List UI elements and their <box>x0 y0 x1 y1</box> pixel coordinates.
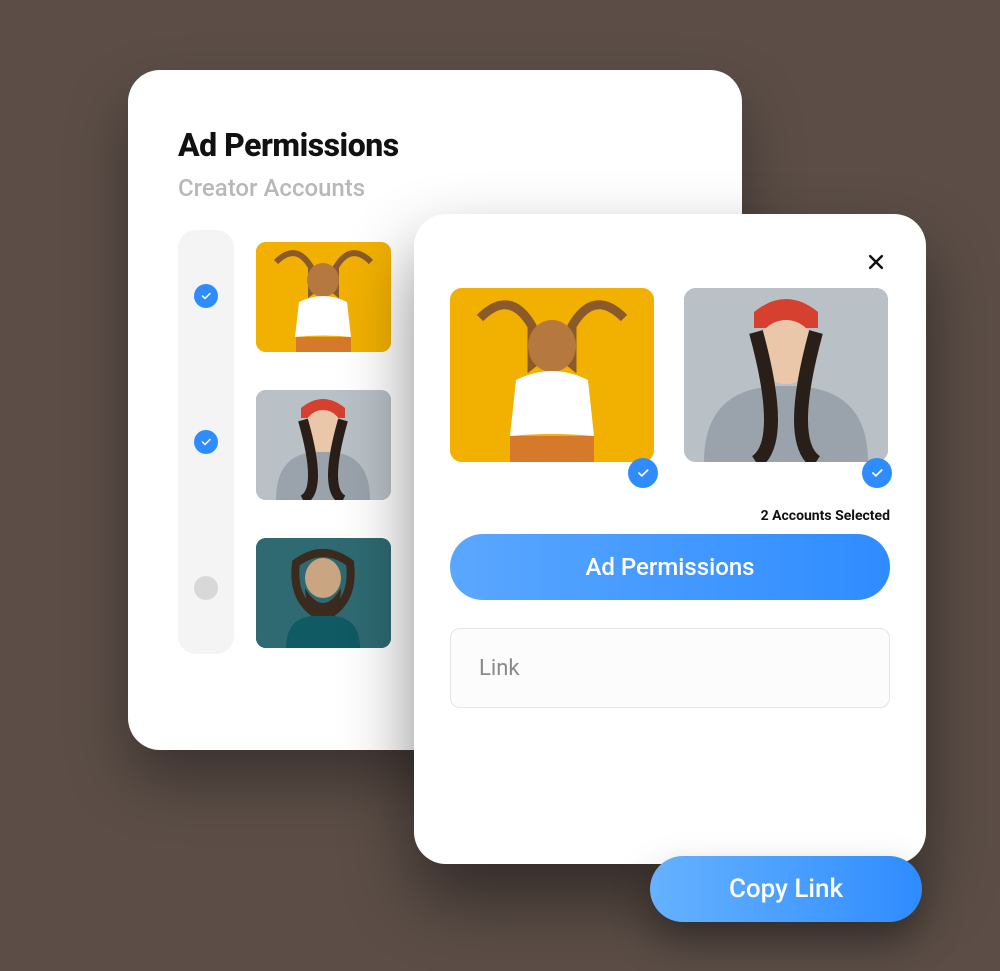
selected-count-label: 2 Accounts Selected <box>450 508 890 524</box>
account-checkbox[interactable] <box>194 576 218 600</box>
account-checkbox[interactable] <box>194 430 218 454</box>
button-label: Copy Link <box>729 874 843 904</box>
avatar <box>256 390 391 500</box>
check-icon <box>870 466 884 480</box>
avatar <box>256 242 391 352</box>
link-input[interactable]: Link <box>450 628 890 708</box>
check-icon <box>200 436 212 448</box>
avatar <box>256 538 391 648</box>
share-modal: 2 Accounts Selected Ad Permissions Link <box>414 214 926 864</box>
check-icon <box>636 466 650 480</box>
selected-account[interactable] <box>450 288 654 462</box>
button-label: Ad Permissions <box>585 553 754 581</box>
avatar <box>684 288 888 462</box>
close-icon <box>866 252 886 272</box>
avatar <box>450 288 654 462</box>
ad-permissions-button[interactable]: Ad Permissions <box>450 534 890 600</box>
selected-badge <box>628 458 658 488</box>
check-icon <box>200 290 212 302</box>
selected-badge <box>862 458 892 488</box>
close-button[interactable] <box>862 248 890 276</box>
section-subtitle: Creator Accounts <box>178 174 692 202</box>
selected-accounts <box>450 288 890 462</box>
selection-gutter <box>178 230 234 654</box>
copy-link-button[interactable]: Copy Link <box>650 856 922 922</box>
selected-account[interactable] <box>684 288 888 462</box>
account-checkbox[interactable] <box>194 284 218 308</box>
link-placeholder: Link <box>479 656 520 681</box>
page-title: Ad Permissions <box>178 126 692 164</box>
